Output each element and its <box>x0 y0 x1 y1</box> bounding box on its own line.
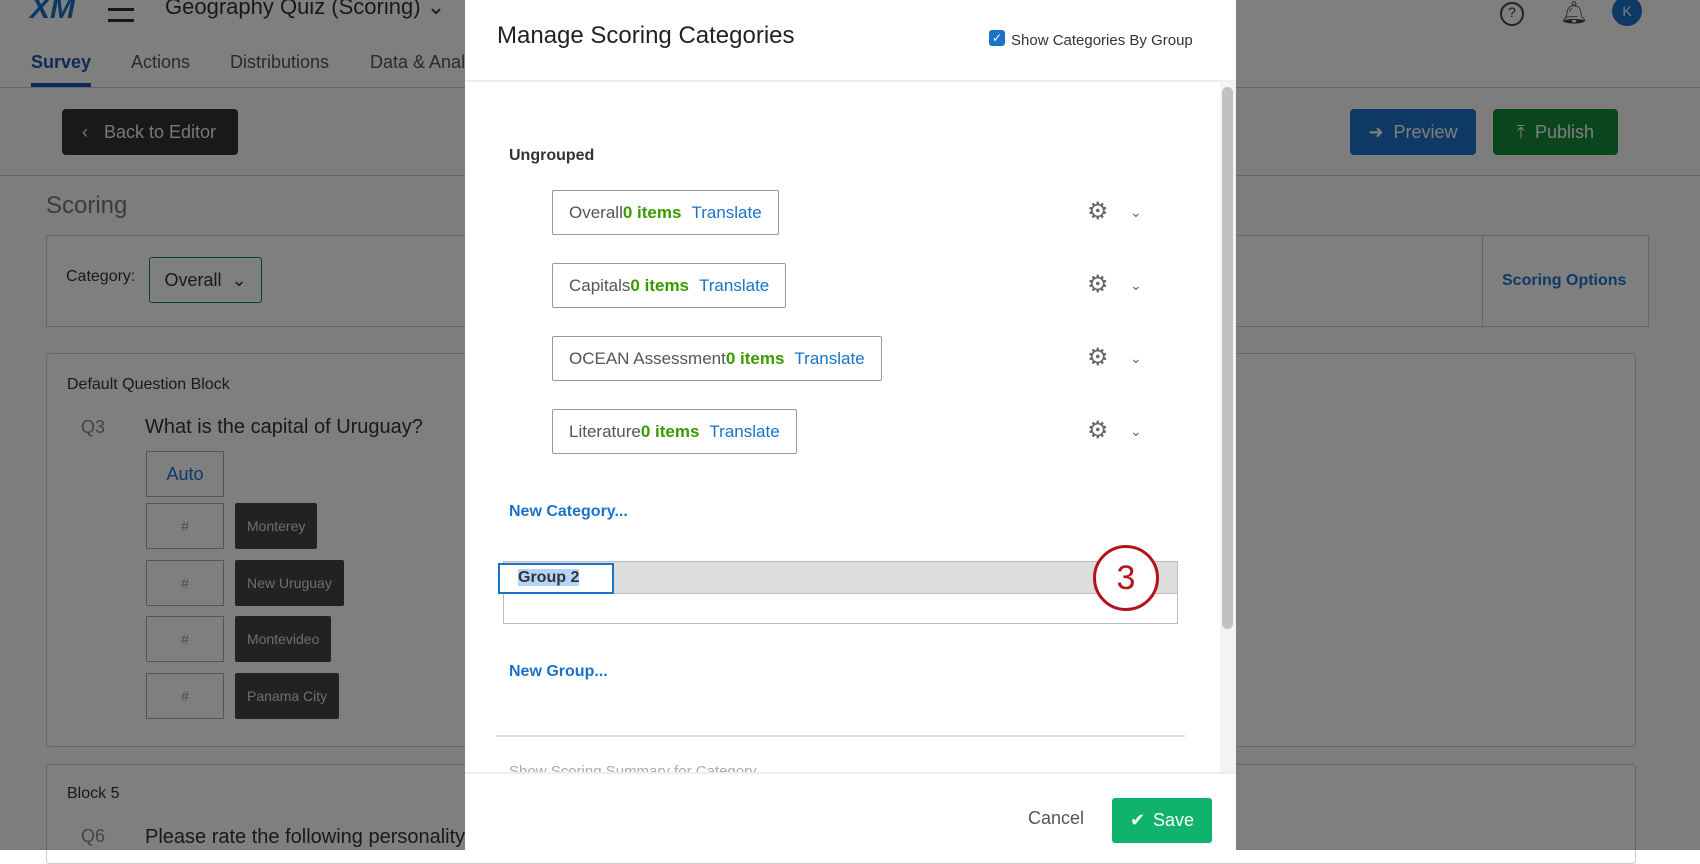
scoring-summary-label: Show Scoring Summary for Category <box>509 762 757 772</box>
group-drop-area <box>503 594 1178 624</box>
category-items-count: 0 items <box>726 349 785 369</box>
translate-link[interactable]: Translate <box>699 276 769 296</box>
step-marker: 3 <box>1093 545 1159 611</box>
new-group-link[interactable]: New Group... <box>509 663 608 681</box>
show-by-group-checkbox[interactable]: ✓ <box>989 30 1005 46</box>
ungrouped-heading: Ungrouped <box>509 147 594 165</box>
cancel-button[interactable]: Cancel <box>1028 808 1084 829</box>
group-name-text: Group 2 <box>518 569 579 586</box>
category-name: OCEAN Assessment <box>569 349 726 369</box>
checkmark-icon: ✔ <box>1130 810 1145 831</box>
category-name: Literature <box>569 422 641 442</box>
gear-icon[interactable]: ⚙ <box>1087 197 1109 226</box>
category-item[interactable]: Capitals0 items Translate <box>552 263 786 308</box>
dialog-title: Manage Scoring Categories <box>497 22 795 50</box>
translate-link[interactable]: Translate <box>794 349 864 369</box>
translate-link[interactable]: Translate <box>709 422 779 442</box>
save-button[interactable]: ✔ Save <box>1112 798 1212 843</box>
dialog-header: Manage Scoring Categories ✓ Show Categor… <box>465 0 1236 82</box>
category-items-count: 0 items <box>623 203 682 223</box>
group-name-input[interactable]: Group 2 <box>498 563 614 594</box>
chevron-down-icon[interactable]: ⌄ <box>1130 204 1142 221</box>
category-item[interactable]: Overall0 items Translate <box>552 190 779 235</box>
chevron-down-icon[interactable]: ⌄ <box>1130 277 1142 294</box>
gear-icon[interactable]: ⚙ <box>1087 416 1109 445</box>
new-category-link[interactable]: New Category... <box>509 503 628 521</box>
gear-icon[interactable]: ⚙ <box>1087 343 1109 372</box>
show-by-group-label[interactable]: Show Categories By Group <box>1011 32 1193 49</box>
divider <box>496 735 1185 737</box>
translate-link[interactable]: Translate <box>691 203 761 223</box>
dialog-footer: Cancel ✔ Save <box>465 772 1236 850</box>
scrollbar-thumb[interactable] <box>1222 87 1233 629</box>
manage-scoring-categories-dialog: Manage Scoring Categories ✓ Show Categor… <box>465 0 1236 850</box>
category-name: Capitals <box>569 276 630 296</box>
category-item[interactable]: OCEAN Assessment0 items Translate <box>552 336 882 381</box>
category-items-count: 0 items <box>630 276 689 296</box>
chevron-down-icon[interactable]: ⌄ <box>1130 350 1142 367</box>
category-items-count: 0 items <box>641 422 700 442</box>
save-label: Save <box>1153 810 1194 831</box>
chevron-down-icon[interactable]: ⌄ <box>1130 423 1142 440</box>
category-item[interactable]: Literature0 items Translate <box>552 409 797 454</box>
category-name: Overall <box>569 203 623 223</box>
gear-icon[interactable]: ⚙ <box>1087 270 1109 299</box>
